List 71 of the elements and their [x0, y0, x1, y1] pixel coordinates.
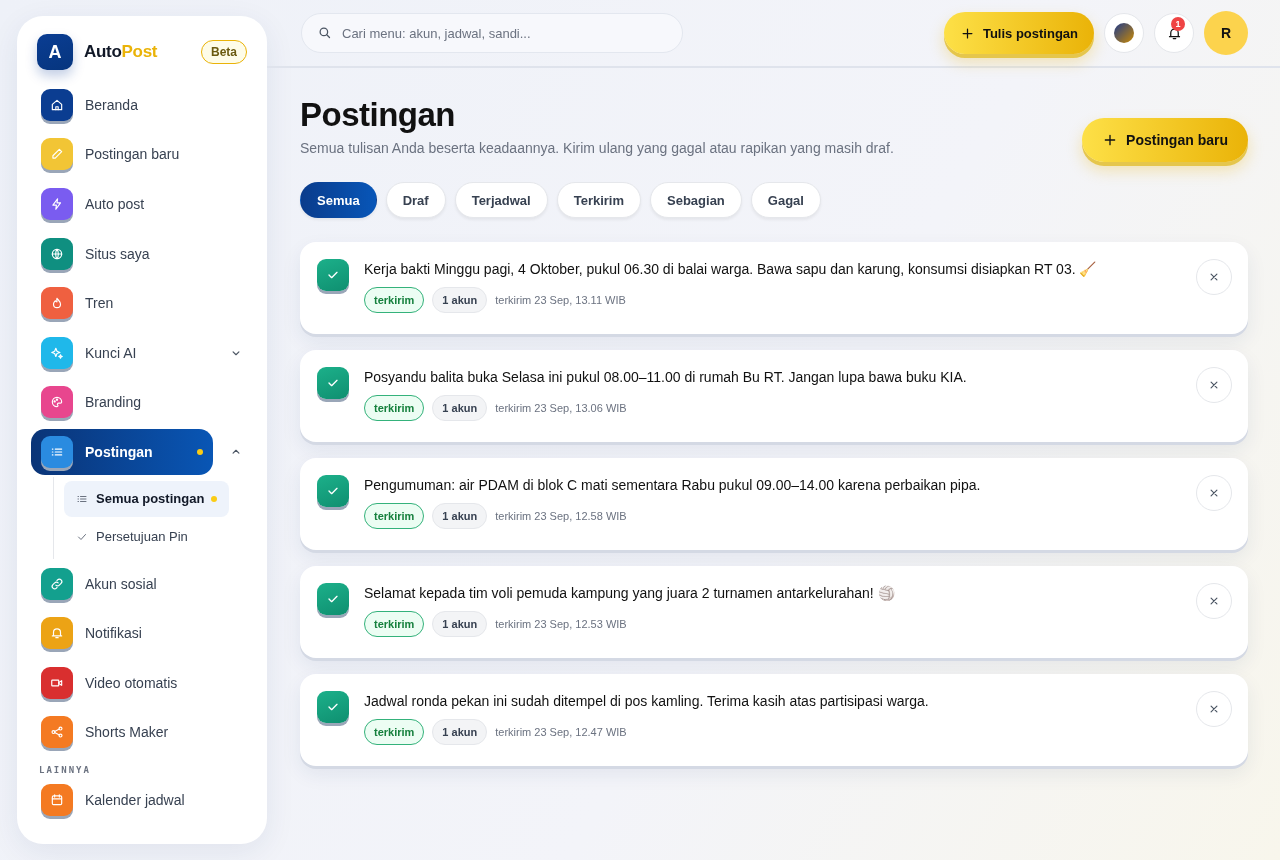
- submenu-item[interactable]: Persetujuan Pin: [64, 518, 229, 555]
- post-text: Posyandu balita buka Selasa ini pukul 08.00–11.00 di rumah Bu RT. Jangan lupa bawa buku KIA.: [364, 369, 968, 385]
- post-text: Kerja bakti Minggu pagi, 4 Oktober, pukul 06.30 di balai warga. Bawa sapu dan karung, konsumsi disiapkan RT 03. 🧹: [364, 261, 1098, 277]
- avatar[interactable]: R: [1204, 11, 1248, 55]
- nav-item[interactable]: Shorts Maker: [31, 709, 213, 756]
- post-text: Selamat kepada tim voli pemuda kampung yang juara 2 turnamen antarkelurahan! 🏐: [364, 585, 896, 601]
- post-time: terkirim 23 Sep, 12.58 WIB: [495, 510, 627, 522]
- page-title: Postingan: [300, 96, 456, 134]
- close-button[interactable]: [1196, 259, 1232, 295]
- filter-tab[interactable]: Terkirim: [556, 182, 641, 218]
- flame-icon: [50, 296, 64, 311]
- search-field[interactable]: Cari menu: akun, jadwal, sandi...: [301, 13, 683, 53]
- status-tag: terkirim: [364, 395, 425, 421]
- close-button[interactable]: [1196, 475, 1232, 511]
- filter-tab[interactable]: Draf: [385, 182, 446, 218]
- account-count: 1 akun: [432, 395, 488, 421]
- notification-button[interactable]: 1: [1154, 13, 1194, 53]
- nav-item[interactable]: Video otomatis: [31, 659, 213, 706]
- pencil-icon: [50, 147, 64, 162]
- nav-item[interactable]: Tren: [31, 280, 213, 327]
- post-time: terkirim 23 Sep, 12.47 WIB: [495, 726, 627, 738]
- post-text: Jadwal ronda pekan ini sudah ditempel di pos kamling. Terima kasih atas partisipasi warga.: [364, 693, 930, 709]
- calendar-icon: [50, 792, 64, 807]
- nav-item[interactable]: Beranda: [31, 81, 213, 128]
- nav-item[interactable]: Postingan baru: [31, 131, 213, 178]
- nav-item[interactable]: Akun sosial: [31, 560, 213, 607]
- submenu-item[interactable]: Semua postingan: [64, 480, 229, 517]
- sparkle-icon: [50, 345, 64, 360]
- nav-item[interactable]: Auto post: [31, 181, 213, 227]
- nav-item[interactable]: Kalender jadwal: [31, 776, 213, 823]
- plus-icon: [959, 25, 975, 41]
- link-icon: [50, 576, 64, 591]
- section-label: LAINNYA: [38, 764, 92, 776]
- nav-item[interactable]: Situs saya: [31, 230, 213, 277]
- nav-item[interactable]: Notifikasi: [31, 610, 213, 657]
- status-tag: terkirim: [364, 503, 425, 529]
- close-button[interactable]: [1196, 691, 1232, 727]
- page-subtitle: Semua tulisan Anda beserta keadaannya. Kirim ulang yang gagal atau rapikan yang masih draf.: [300, 140, 895, 156]
- post-time: terkirim 23 Sep, 13.11 WIB: [495, 294, 626, 306]
- globe-icon: [50, 246, 64, 261]
- account-count: 1 akun: [432, 719, 488, 745]
- palette-icon: [50, 395, 64, 410]
- nav-item[interactable]: Postingan: [31, 428, 213, 475]
- logo-tile: A: [37, 34, 73, 70]
- status-tag: terkirim: [364, 287, 425, 313]
- filter-tab[interactable]: Terjadwal: [454, 182, 548, 218]
- theme-icon: [1114, 23, 1134, 43]
- post-text: Pengumuman: air PDAM di blok C mati sementara Rabu pukul 09.00–14.00 karena perbaikan pipa.: [364, 477, 982, 493]
- filter-tab[interactable]: Sebagian: [650, 182, 742, 218]
- brand-name: AutoPost: [84, 42, 158, 62]
- search-icon: [317, 25, 332, 40]
- share-icon: [50, 725, 64, 740]
- account-count: 1 akun: [432, 503, 488, 529]
- lightning-icon: [50, 197, 64, 211]
- notification-badge: 1: [1171, 17, 1185, 31]
- account-count: 1 akun: [432, 287, 488, 313]
- nav-item[interactable]: Branding: [31, 379, 213, 426]
- account-count: 1 akun: [432, 611, 488, 637]
- home-icon: [50, 97, 64, 112]
- close-button[interactable]: [1196, 583, 1232, 619]
- filter-tab[interactable]: Semua: [300, 182, 377, 218]
- bell-icon: [50, 626, 64, 641]
- close-button[interactable]: [1196, 367, 1232, 403]
- post-time: terkirim 23 Sep, 13.06 WIB: [495, 402, 627, 414]
- theme-button[interactable]: [1104, 13, 1144, 53]
- status-tag: terkirim: [364, 611, 425, 637]
- beta-badge: Beta: [201, 40, 247, 64]
- filter-tab[interactable]: Gagal: [750, 182, 821, 218]
- post-time: terkirim 23 Sep, 12.53 WIB: [495, 618, 627, 630]
- nav-item[interactable]: Kunci AI: [31, 329, 213, 376]
- status-tag: terkirim: [364, 719, 425, 745]
